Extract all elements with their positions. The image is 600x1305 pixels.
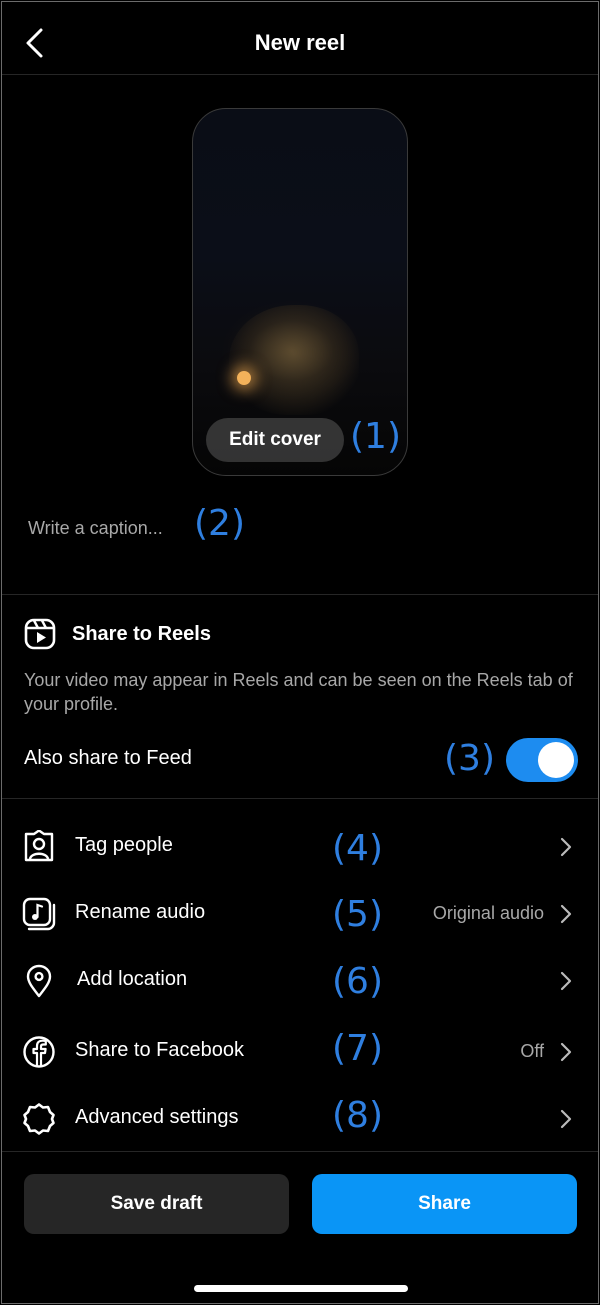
- also-share-feed-label: Also share to Feed: [24, 747, 192, 769]
- annotation-1: (1): [350, 416, 401, 457]
- tag-people-row[interactable]: Tag people: [0, 818, 600, 874]
- annotation-3: (3): [444, 738, 495, 779]
- page-title: New reel: [254, 30, 346, 55]
- annotation-8: (8): [332, 1095, 383, 1136]
- save-draft-button[interactable]: Save draft: [24, 1174, 289, 1234]
- reels-divider: [2, 798, 598, 799]
- annotation-4: (4): [332, 828, 383, 869]
- annotation-2: (2): [194, 503, 245, 544]
- also-share-feed-toggle[interactable]: [506, 738, 578, 782]
- annotation-5: (5): [332, 894, 383, 935]
- preview-tree: [229, 305, 359, 415]
- chevron-right-icon: [560, 904, 572, 924]
- share-to-facebook-row[interactable]: Share to Facebook Off: [0, 1023, 600, 1079]
- caption-input[interactable]: Write a caption...: [28, 518, 163, 539]
- rename-audio-row[interactable]: Rename audio Original audio: [0, 885, 600, 941]
- chevron-right-icon: [560, 837, 572, 857]
- footer-divider: [2, 1151, 598, 1152]
- toggle-knob: [538, 742, 574, 778]
- share-to-reels-description: Your video may appear in Reels and can b…: [24, 670, 573, 714]
- rename-audio-label: Rename audio: [75, 901, 206, 923]
- share-to-facebook-value: Off: [520, 1041, 544, 1061]
- tag-people-icon: [24, 830, 54, 862]
- home-indicator[interactable]: [194, 1285, 408, 1292]
- facebook-icon: [23, 1036, 55, 1068]
- share-to-facebook-label: Share to Facebook: [75, 1039, 244, 1061]
- chevron-right-icon: [560, 971, 572, 991]
- audio-icon: [22, 897, 56, 931]
- advanced-settings-row[interactable]: Advanced settings: [0, 1090, 600, 1146]
- rename-audio-value: Original audio: [432, 903, 544, 923]
- preview-light: [237, 371, 251, 385]
- header-divider: [2, 74, 598, 75]
- caption-divider: [2, 594, 598, 595]
- reels-icon: [24, 618, 56, 650]
- chevron-right-icon: [560, 1042, 572, 1062]
- share-button[interactable]: Share: [312, 1174, 577, 1234]
- share-to-reels-title: Share to Reels: [72, 623, 211, 645]
- edit-cover-button[interactable]: Edit cover: [206, 418, 344, 462]
- add-location-row[interactable]: Add location: [0, 952, 600, 1008]
- add-location-label: Add location: [77, 968, 188, 990]
- tag-people-label: Tag people: [75, 834, 173, 856]
- chevron-right-icon: [560, 1109, 572, 1129]
- gear-icon: [23, 1103, 55, 1135]
- annotation-6: (6): [332, 961, 383, 1002]
- location-icon: [26, 964, 52, 998]
- annotation-7: (7): [332, 1028, 383, 1069]
- advanced-settings-label: Advanced settings: [75, 1106, 239, 1128]
